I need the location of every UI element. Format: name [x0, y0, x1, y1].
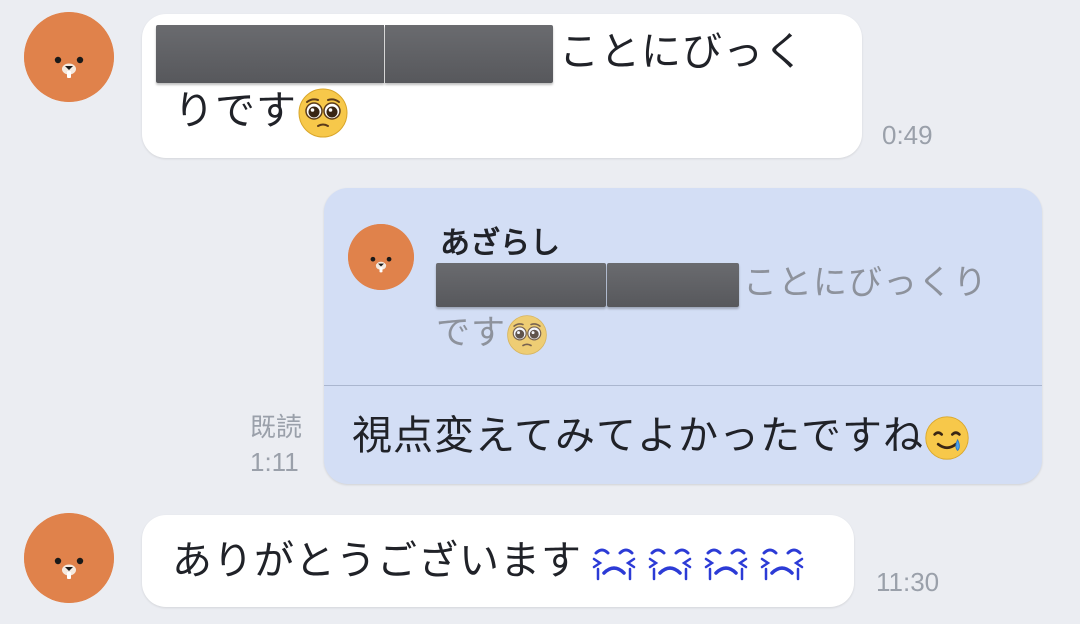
crying-face-emoji [758, 543, 806, 583]
redacted-block [156, 25, 553, 83]
seal-avatar-icon [348, 224, 414, 290]
avatar[interactable] [24, 12, 114, 102]
smiling-face-with-tear-emoji [924, 415, 970, 461]
pleading-face-emoji [297, 87, 349, 139]
seal-avatar-icon [24, 12, 114, 102]
message-text: ことにびっく りです [156, 24, 856, 139]
crying-emoji-group [582, 538, 806, 584]
avatar [348, 224, 414, 290]
message-bubble[interactable]: ありがとうございます [142, 515, 854, 607]
message-bubble[interactable]: ことにびっく りです [142, 14, 862, 158]
message-text: ありがとうございます [172, 533, 806, 589]
seal-avatar-icon [24, 513, 114, 603]
reply-text: ことにびっくり です [436, 258, 1026, 358]
message-bubble[interactable]: あざらし ことにびっくり です 視点変えてみてよかったですね [324, 188, 1042, 484]
reply-divider [324, 385, 1042, 386]
avatar[interactable] [24, 513, 114, 603]
crying-face-emoji [702, 543, 750, 583]
read-label: 既読 [250, 412, 303, 442]
message-time: 11:30 [876, 567, 940, 597]
reply-quote[interactable]: あざらし ことにびっくり です [324, 188, 1042, 384]
crying-face-emoji [646, 543, 694, 583]
pleading-face-emoji [506, 314, 548, 356]
reply-sender-name: あざらし [440, 226, 560, 261]
message-time: 1:11 [250, 447, 299, 477]
redacted-block [436, 262, 739, 307]
message-time: 0:49 [882, 120, 933, 150]
crying-face-emoji [590, 543, 638, 583]
message-text: 視点変えてみてよかったですね [352, 408, 970, 464]
